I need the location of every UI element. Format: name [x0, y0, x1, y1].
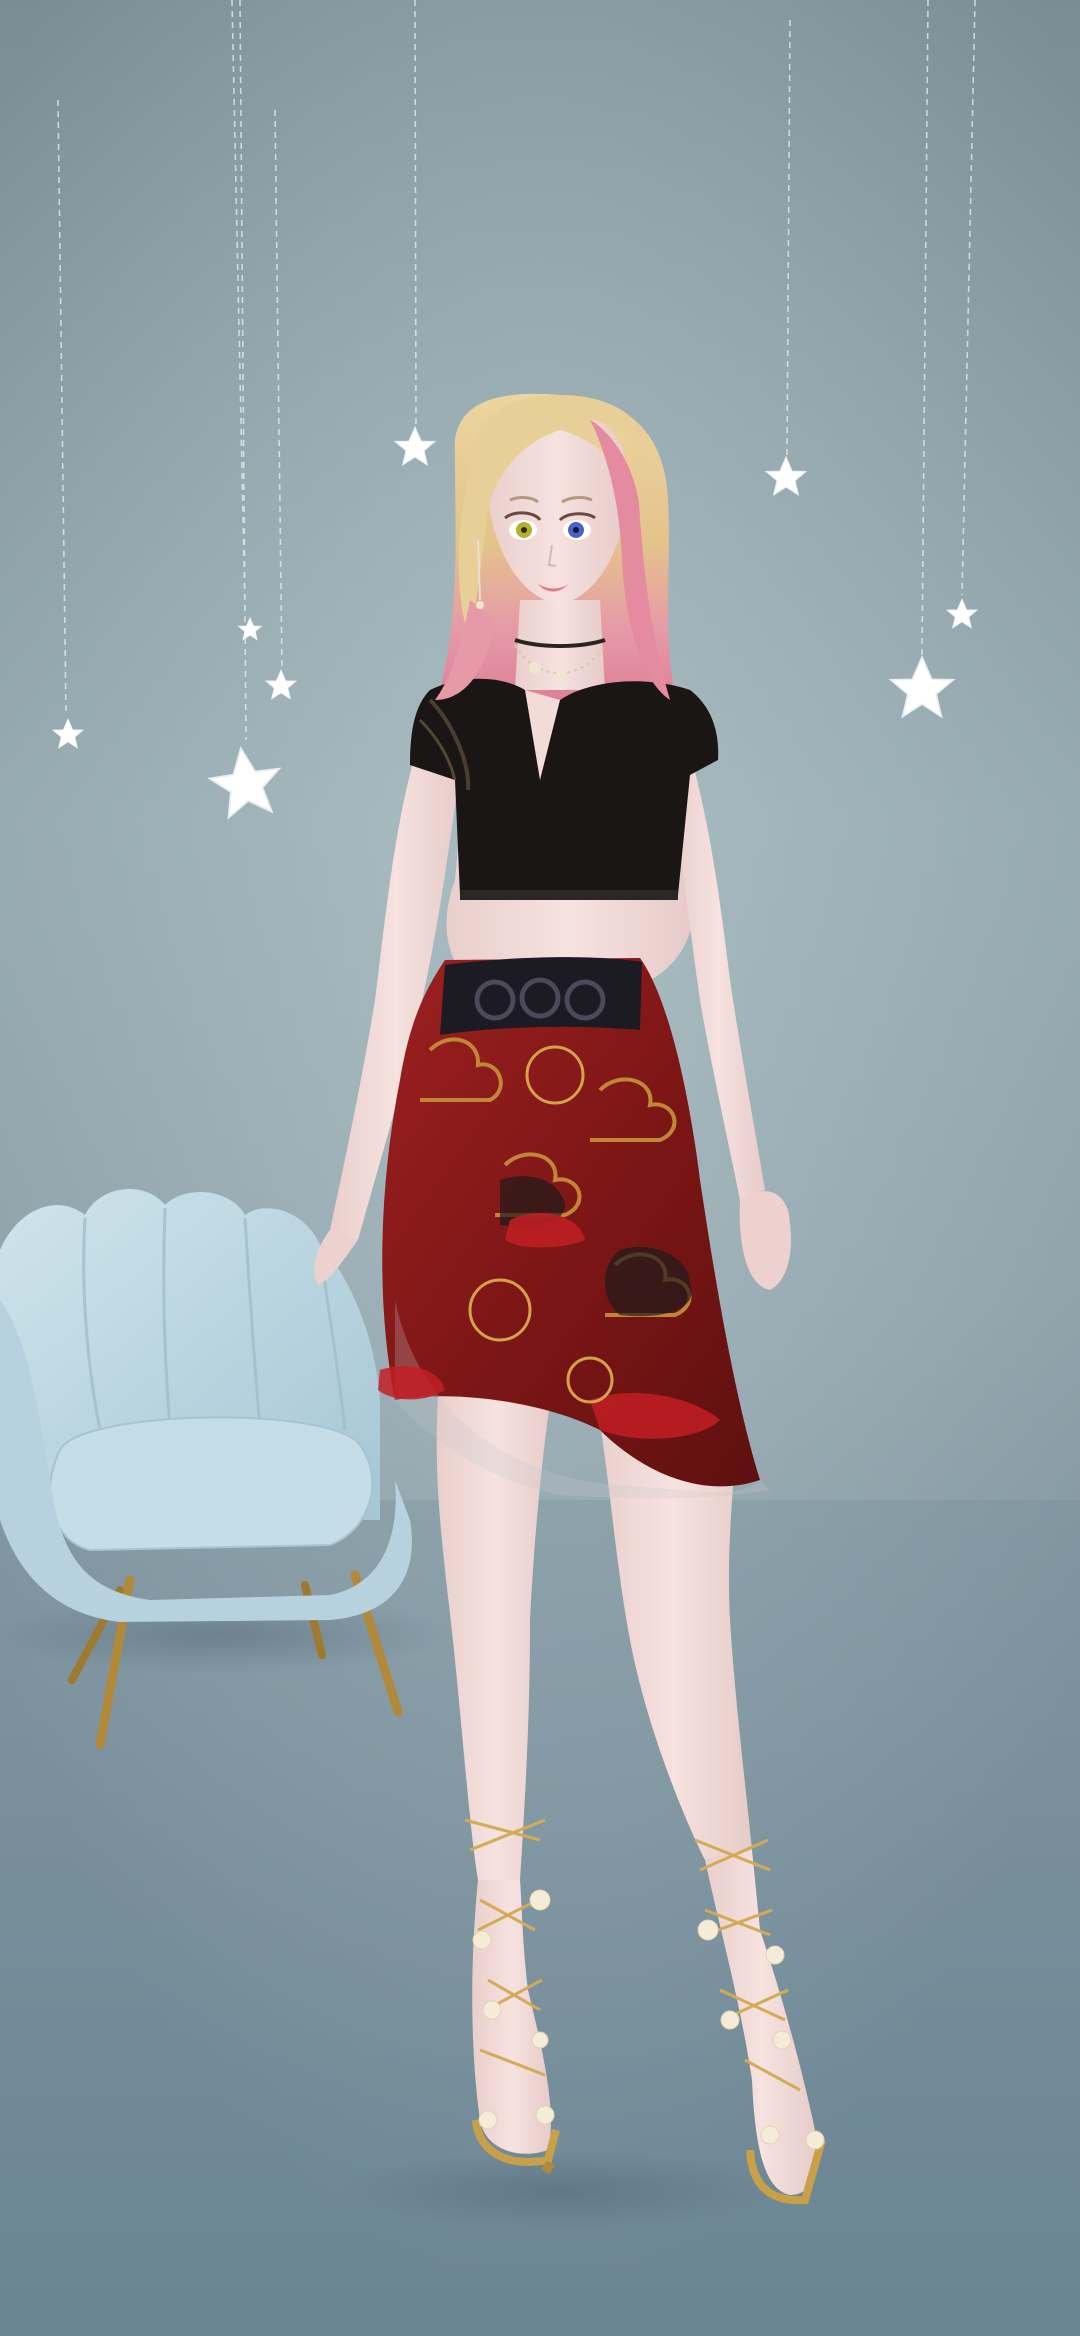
scene-canvas [0, 0, 1080, 2336]
game-stage [0, 0, 1080, 2336]
